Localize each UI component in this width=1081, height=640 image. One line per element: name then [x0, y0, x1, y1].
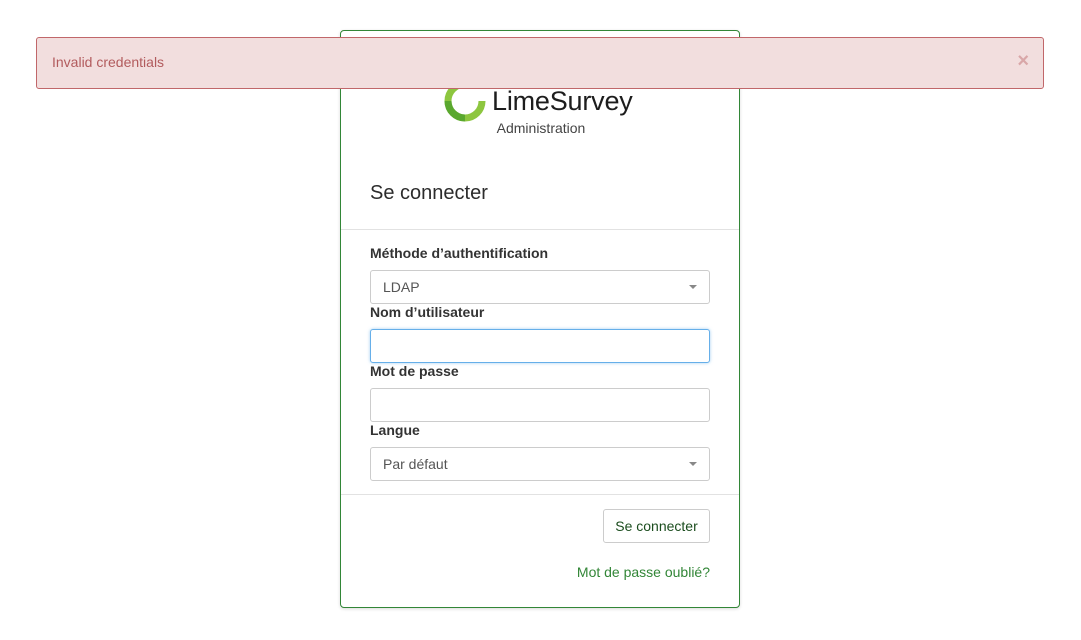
alert-message: Invalid credentials: [52, 54, 165, 70]
language-label: Langue: [370, 422, 420, 438]
login-button[interactable]: Se connecter: [603, 509, 710, 543]
password-label: Mot de passe: [370, 363, 459, 379]
caret-down-icon: [689, 285, 697, 289]
brand-name: LimeSurvey: [492, 85, 633, 116]
footer-divider: [341, 494, 739, 495]
auth-method-label: Méthode d’authentification: [370, 245, 549, 261]
caret-down-icon: [689, 462, 697, 466]
password-input[interactable]: [370, 388, 710, 422]
auth-method-select[interactable]: LDAP: [370, 270, 710, 304]
username-label: Nom d’utilisateur: [370, 304, 485, 320]
brand-subtitle: Administration: [496, 120, 586, 136]
page-title: Se connecter: [370, 182, 488, 204]
error-alert: Invalid credentials ×: [36, 37, 1044, 89]
close-icon[interactable]: ×: [1017, 51, 1029, 71]
language-select[interactable]: Par défaut: [370, 447, 710, 481]
forgot-password-link[interactable]: Mot de passe oublié?: [577, 564, 710, 580]
auth-method-value: LDAP: [383, 279, 420, 295]
username-input[interactable]: [370, 329, 710, 363]
login-panel: LimeSurvey Administration Se connecter M…: [340, 30, 740, 608]
header-divider: [341, 229, 739, 230]
language-value: Par défaut: [383, 456, 448, 472]
